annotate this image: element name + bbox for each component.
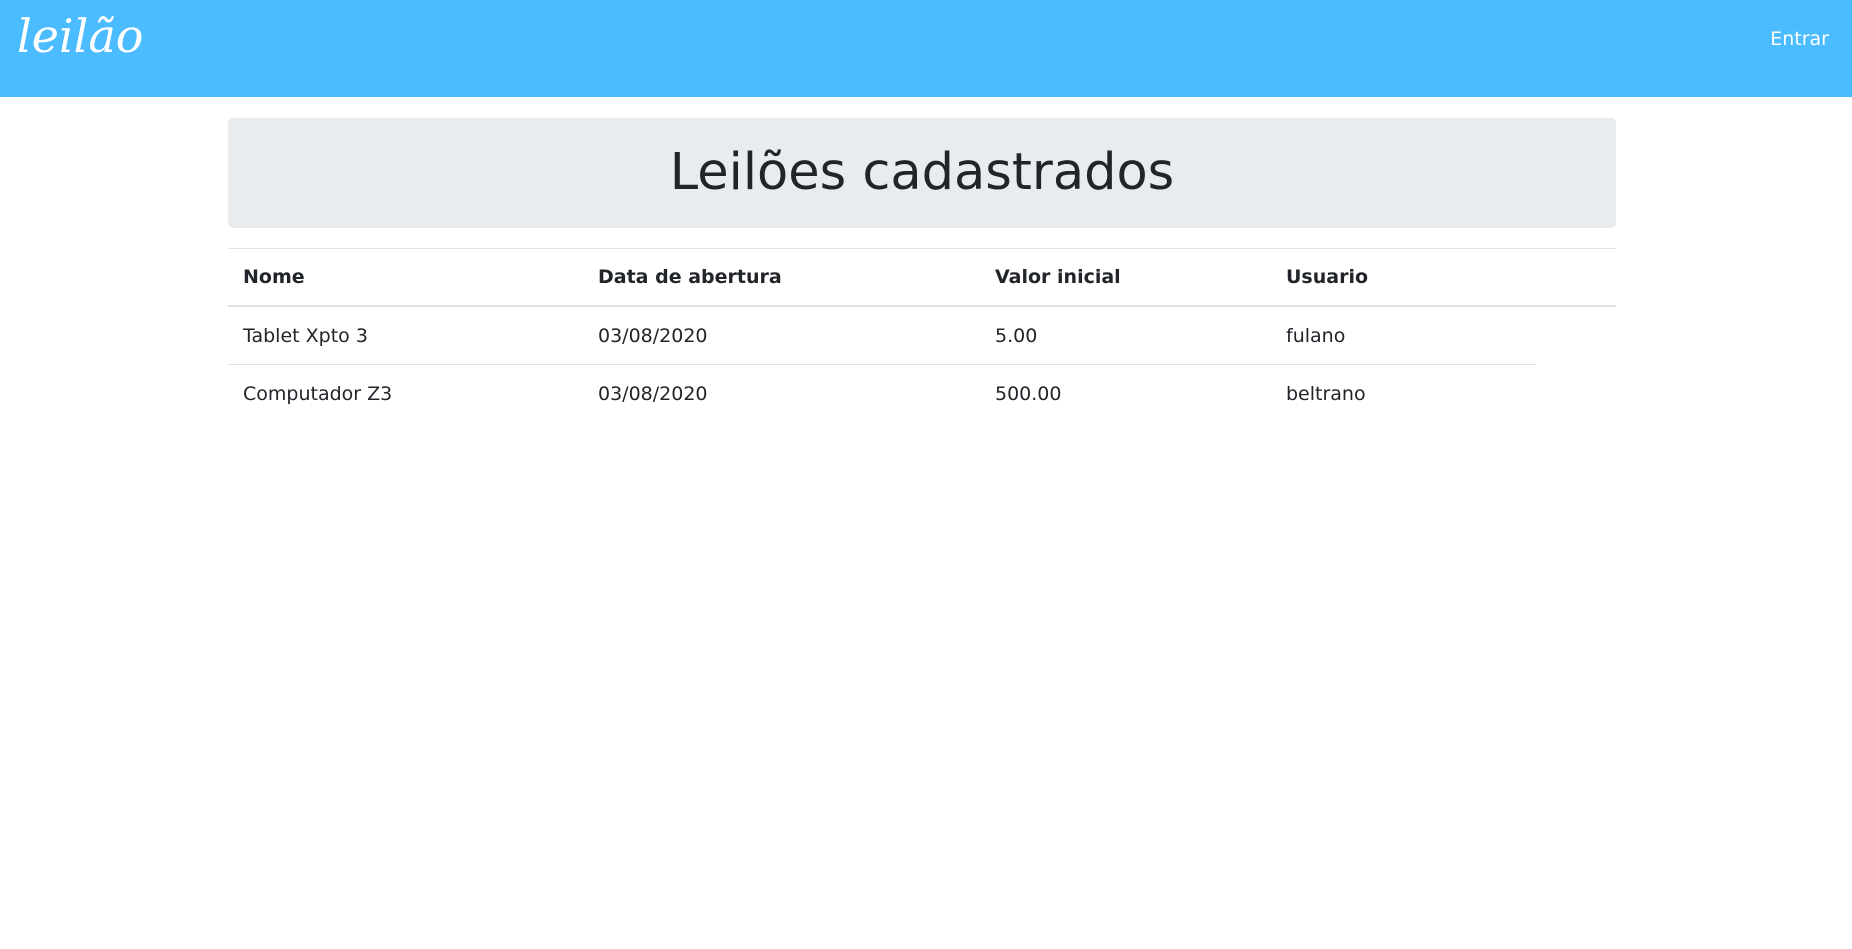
main-container: Leilões cadastrados Nome Data de abertur…: [228, 118, 1616, 422]
column-header-valor-inicial: Valor inicial: [980, 248, 1271, 307]
column-header-spacer: [1536, 248, 1616, 307]
cell-nome: Computador Z3: [243, 382, 393, 405]
cell-spacer: [1536, 365, 1616, 423]
cell-nome: Tablet Xpto 3: [228, 306, 583, 365]
table-body: Tablet Xpto 3 03/08/2020 5.00 fulano Com…: [228, 306, 1616, 422]
cell-usuario: beltrano: [1286, 382, 1366, 405]
login-link[interactable]: Entrar: [1770, 27, 1829, 51]
page-title: Leilões cadastrados: [669, 143, 1175, 202]
column-header-data-abertura: Data de abertura: [583, 248, 980, 307]
table-header-row: Nome Data de abertura Valor inicial Usua…: [228, 248, 1616, 307]
page-header: Leilões cadastrados: [228, 118, 1616, 228]
cell-spacer: [1536, 306, 1616, 365]
table-row: Tablet Xpto 3 03/08/2020 5.00 fulano: [228, 306, 1616, 365]
cell-valor-inicial: 500.00: [995, 382, 1062, 405]
column-header-nome: Nome: [228, 248, 583, 307]
column-header-usuario: Usuario: [1271, 248, 1536, 307]
cell-data-abertura: 03/08/2020: [598, 382, 708, 405]
auctions-table: Nome Data de abertura Valor inicial Usua…: [228, 248, 1616, 422]
cell-usuario: fulano: [1271, 306, 1536, 365]
brand-logo-link[interactable]: leilão: [17, 6, 143, 66]
navbar: leilão Entrar: [0, 0, 1852, 97]
cell-valor-inicial: 5.00: [980, 306, 1271, 365]
table-header: Nome Data de abertura Valor inicial Usua…: [228, 248, 1616, 307]
table-row: Computador Z3 03/08/2020 500.00 beltrano: [228, 365, 1616, 423]
cell-data-abertura: 03/08/2020: [583, 306, 980, 365]
